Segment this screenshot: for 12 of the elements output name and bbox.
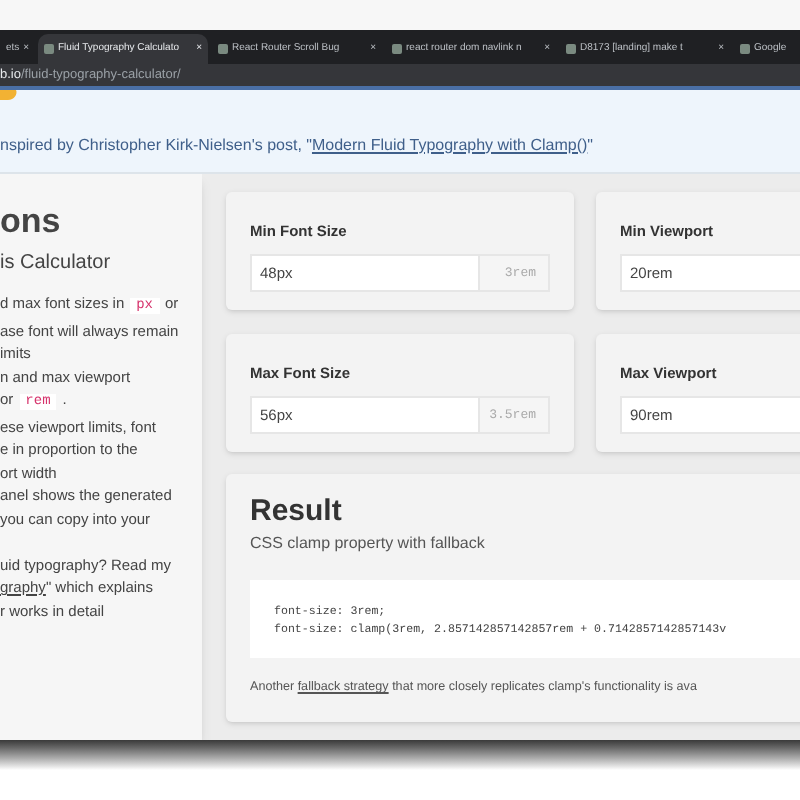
intro-subtitle: is Calculator (0, 250, 113, 278)
result-title: Result (250, 496, 344, 526)
credit-banner: nspired by Christopher Kirk-Nielsen's post, "Modern Fluid Typography with Clamp()" (0, 90, 800, 174)
intro-title: ons (0, 204, 63, 238)
favicon-icon (44, 44, 54, 54)
favicon-icon (392, 44, 402, 54)
favicon-icon (740, 44, 750, 54)
favicon-icon (566, 44, 576, 54)
favicon-icon (218, 44, 228, 54)
article-link[interactable]: Modern Fluid Typography with Clamp() (311, 135, 588, 153)
result-subtitle: CSS clamp property with fallback (250, 532, 487, 556)
hand-icon (0, 90, 18, 102)
